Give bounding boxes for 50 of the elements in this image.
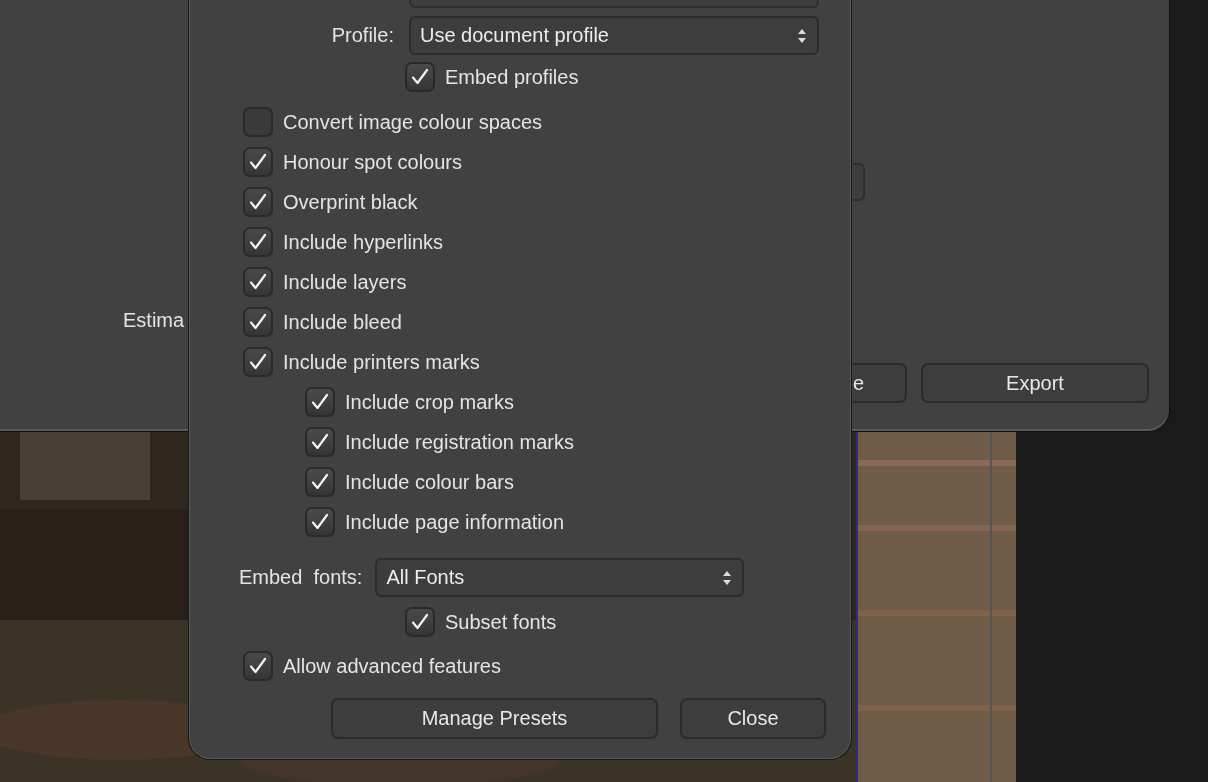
checkbox-label: Include crop marks (345, 390, 514, 414)
checkbox[interactable] (243, 227, 273, 257)
checkmark-icon (311, 433, 329, 451)
checkmark-icon (311, 393, 329, 411)
checkmark-icon (311, 473, 329, 491)
embed-fonts-label: Embed fonts: (239, 566, 363, 589)
checkmark-icon (411, 68, 429, 86)
profile-label: Profile: (330, 24, 394, 47)
manage-presets-button[interactable]: Manage Presets (331, 698, 658, 739)
checkbox-label: Include registration marks (345, 430, 574, 454)
checkbox-label: Include page information (345, 510, 565, 534)
checkbox[interactable] (305, 507, 335, 537)
checkbox[interactable] (305, 427, 335, 457)
checkmark-icon (249, 153, 267, 171)
checkbox[interactable] (405, 62, 435, 92)
checkbox[interactable] (243, 147, 273, 177)
checkmark-icon (249, 313, 267, 331)
checkbox-label: Subset fonts (445, 610, 557, 634)
dialog-button[interactable]: e (853, 363, 907, 403)
profile-dropdown[interactable]: Use document profile (409, 16, 819, 55)
checkbox[interactable] (305, 467, 335, 497)
checkbox[interactable] (243, 307, 273, 337)
checkbox-label: Include layers (283, 270, 407, 294)
checkmark-icon (249, 233, 267, 251)
export-button[interactable]: Export (921, 363, 1149, 403)
checkbox-label: Include printers marks (283, 350, 480, 374)
checkbox-label: Convert image colour spaces (283, 110, 542, 134)
checkmark-icon (249, 657, 267, 675)
close-button[interactable]: Close (680, 698, 826, 739)
checkmark-icon (249, 193, 267, 211)
checkbox-label: Allow advanced features (283, 654, 501, 678)
checkbox-label: Honour spot colours (283, 150, 462, 174)
checkbox[interactable] (243, 267, 273, 297)
fonts-dropdown[interactable]: All Fonts (375, 558, 745, 597)
checkbox-label: Include colour bars (345, 470, 514, 494)
checkbox-label: Overprint black (283, 190, 418, 214)
checkbox[interactable] (243, 347, 273, 377)
checkbox[interactable] (405, 607, 435, 637)
checkbox-label: Include bleed (283, 310, 402, 334)
checkmark-icon (411, 613, 429, 631)
estimate-label: Estima (123, 309, 185, 332)
checkbox[interactable] (243, 651, 273, 681)
checkbox[interactable] (305, 387, 335, 417)
checkbox[interactable] (243, 187, 273, 217)
checkbox-label: Include hyperlinks (283, 230, 444, 254)
checkbox-label: Embed profiles (445, 65, 579, 89)
checkmark-icon (249, 353, 267, 371)
checkmark-icon (249, 273, 267, 291)
checkmark-icon (311, 513, 329, 531)
text-field[interactable] (853, 163, 865, 201)
